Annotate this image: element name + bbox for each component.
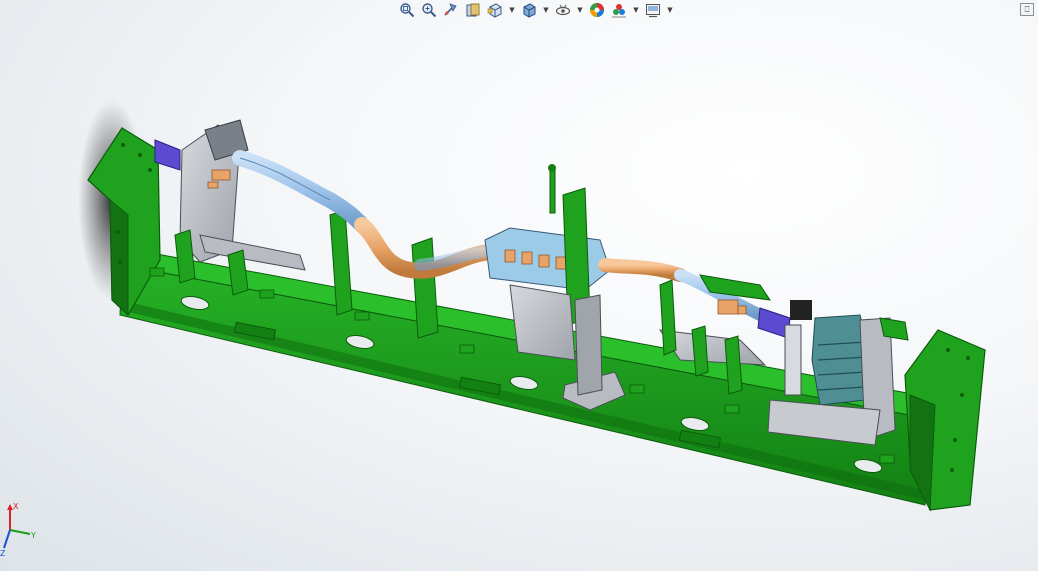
graphics-viewport[interactable]: ▼ ▼ ▼ ▼ ▼ ⎕ X Y Z bbox=[0, 0, 1038, 571]
center-upright bbox=[574, 294, 603, 396]
hose-blue bbox=[232, 150, 370, 233]
left-end-plate-face bbox=[109, 198, 129, 317]
cylinder-cap bbox=[790, 300, 812, 320]
center-lever bbox=[549, 167, 556, 214]
center-lever-knob bbox=[548, 164, 556, 172]
fixture-model[interactable] bbox=[0, 0, 1038, 571]
hose-orange-right bbox=[598, 258, 687, 282]
center-stand bbox=[509, 284, 576, 361]
triad-x-label: X bbox=[13, 502, 19, 511]
triad-z-label: Z bbox=[0, 549, 6, 558]
reference-triad: X Y Z bbox=[0, 502, 36, 558]
cylinder-tube bbox=[784, 324, 802, 396]
triad-y-label: Y bbox=[30, 531, 36, 540]
